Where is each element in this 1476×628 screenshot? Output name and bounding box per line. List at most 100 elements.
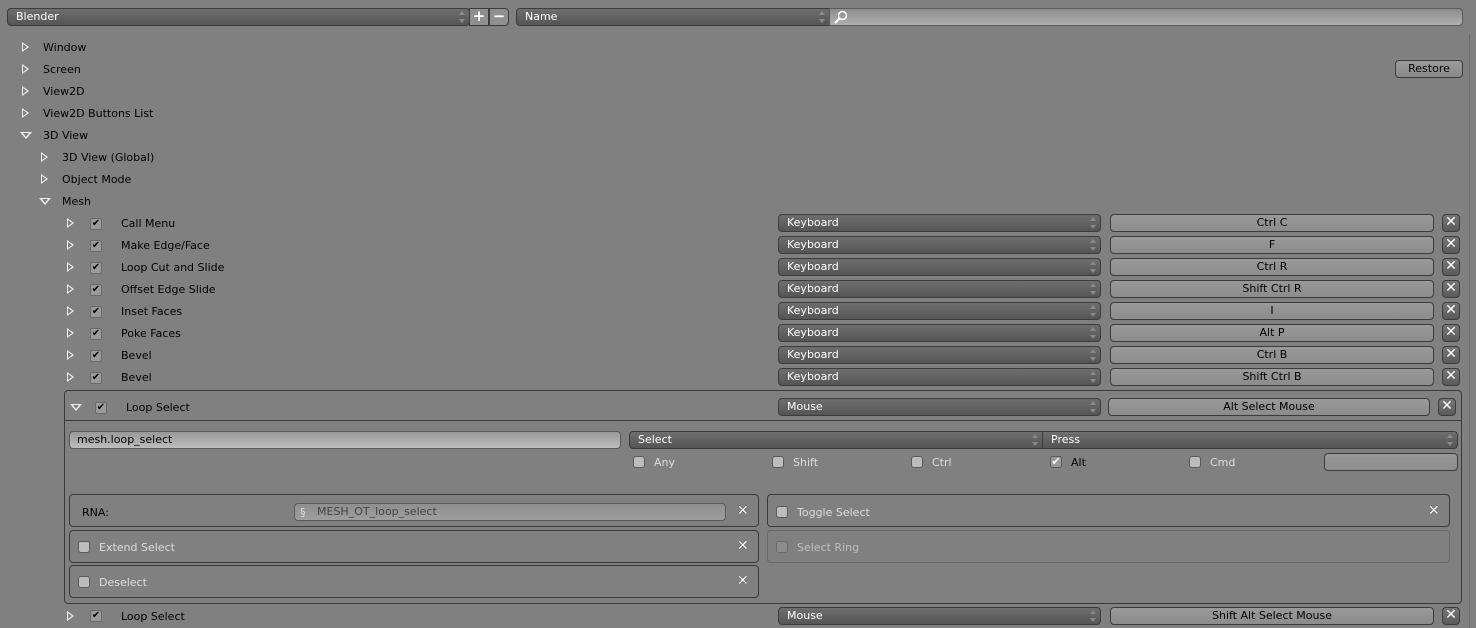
tree-item-view2d[interactable]: View2D (20, 84, 320, 100)
remove-property-icon[interactable]: ✕ (737, 573, 749, 589)
keymap-preset-dropdown[interactable]: Blender (7, 8, 470, 26)
map-type-dropdown[interactable]: Mouse (778, 607, 1101, 625)
remove-item-button[interactable]: ✕ (1442, 280, 1460, 298)
expand-arrow-icon[interactable] (67, 240, 74, 250)
remove-item-button[interactable]: ✕ (1442, 324, 1460, 342)
add-preset-button[interactable]: + (469, 8, 489, 26)
expand-arrow-icon[interactable] (41, 152, 48, 162)
remove-item-button[interactable]: ✕ (1442, 258, 1460, 276)
toggle-select-checkbox[interactable] (776, 506, 788, 518)
extend-select-checkbox[interactable] (78, 541, 90, 553)
select-ring-checkbox[interactable] (776, 541, 788, 553)
modifier-alt[interactable]: ✔ Alt (1049, 455, 1169, 471)
expand-arrow-icon[interactable] (22, 86, 29, 96)
key-modifier-button[interactable] (1324, 453, 1458, 471)
key-binding-button[interactable]: I (1110, 302, 1434, 320)
enable-checkbox[interactable]: ✔ (90, 350, 102, 362)
map-type-dropdown[interactable]: Mouse (778, 398, 1101, 416)
remove-item-button[interactable]: ✕ (1442, 346, 1460, 364)
enable-checkbox[interactable]: ✔ (90, 262, 102, 274)
modifier-cmd[interactable]: Cmd (1188, 455, 1308, 471)
enable-checkbox[interactable]: ✔ (90, 306, 102, 318)
map-type-dropdown[interactable]: Keyboard (778, 236, 1101, 254)
key-binding-button[interactable]: Shift Ctrl R (1110, 280, 1434, 298)
tree-item-view2d-buttons-list[interactable]: View2D Buttons List (20, 106, 320, 122)
map-type-dropdown[interactable]: Keyboard (778, 324, 1101, 342)
key-binding-button[interactable]: Ctrl C (1110, 214, 1434, 232)
map-type-dropdown[interactable]: Keyboard (778, 368, 1101, 386)
map-type-dropdown[interactable]: Keyboard (778, 280, 1101, 298)
remove-item-button[interactable]: ✕ (1442, 302, 1460, 320)
enable-checkbox[interactable]: ✔ (90, 328, 102, 340)
enable-checkbox[interactable]: ✔ (90, 240, 102, 252)
key-binding-button[interactable]: F (1110, 236, 1434, 254)
key-binding-label: Shift Alt Select Mouse (1211, 609, 1332, 622)
enable-checkbox[interactable]: ✔ (90, 372, 102, 384)
modifier-checkbox[interactable] (633, 456, 645, 468)
tree-item-3d-view-global[interactable]: 3D View (Global) (39, 150, 339, 166)
key-binding-button[interactable]: Ctrl R (1110, 258, 1434, 276)
remove-item-button[interactable]: ✕ (1442, 607, 1460, 625)
modifier-shift[interactable]: Shift (771, 455, 891, 471)
map-type-dropdown[interactable]: Keyboard (778, 302, 1101, 320)
tree-item-3d-view[interactable]: 3D View (20, 128, 320, 144)
modifier-any[interactable]: Any (632, 455, 752, 471)
restore-button[interactable]: Restore (1395, 60, 1463, 78)
key-binding-button[interactable]: Alt P (1110, 324, 1434, 342)
map-type-dropdown[interactable]: Keyboard (778, 346, 1101, 364)
key-binding-button[interactable]: Ctrl B (1110, 346, 1434, 364)
remove-property-icon[interactable]: ✕ (1428, 503, 1440, 519)
operator-idname-input[interactable]: mesh.loop_select (69, 431, 621, 449)
enable-checkbox[interactable]: ✔ (90, 610, 102, 622)
tree-item-screen[interactable]: Screen (20, 62, 320, 78)
map-type-dropdown[interactable]: Keyboard (778, 258, 1101, 276)
remove-item-button[interactable]: ✕ (1442, 214, 1460, 232)
key-binding-button[interactable]: Shift Alt Select Mouse (1110, 607, 1434, 625)
expand-arrow-icon[interactable] (67, 372, 74, 382)
deselect-checkbox[interactable] (78, 576, 90, 588)
remove-item-button[interactable]: ✕ (1438, 398, 1456, 416)
filter-type-dropdown[interactable]: Name (516, 8, 830, 26)
remove-property-icon[interactable]: ✕ (737, 503, 749, 519)
tree-item-mesh[interactable]: Mesh (39, 194, 339, 210)
modifier-checkbox[interactable] (1189, 456, 1201, 468)
updown-arrows-icon (819, 11, 825, 23)
remove-item-button[interactable]: ✕ (1442, 236, 1460, 254)
key-binding-button[interactable]: Shift Ctrl B (1110, 368, 1434, 386)
keymap-item-name: Offset Edge Slide (121, 283, 216, 296)
remove-preset-button[interactable]: − (489, 8, 509, 26)
map-type-value: Mouse (787, 609, 823, 622)
expand-arrow-icon[interactable] (67, 611, 74, 621)
keymap-item-row: ✔ Loop Select Mouse Shift Alt Select Mou… (0, 607, 1476, 627)
enable-checkbox[interactable]: ✔ (95, 402, 107, 414)
modifier-ctrl[interactable]: Ctrl (910, 455, 1030, 471)
collapse-arrow-icon[interactable] (20, 132, 32, 139)
enable-checkbox[interactable]: ✔ (90, 284, 102, 296)
modifier-checkbox[interactable] (772, 456, 784, 468)
expand-arrow-icon[interactable] (22, 42, 29, 52)
expand-arrow-icon[interactable] (22, 108, 29, 118)
tree-item-object-mode[interactable]: Object Mode (39, 172, 339, 188)
event-value-dropdown[interactable]: Press (1042, 431, 1458, 449)
tree-item-window[interactable]: Window (20, 40, 320, 56)
modifier-checkbox-checked[interactable]: ✔ (1050, 456, 1062, 468)
remove-item-button[interactable]: ✕ (1442, 368, 1460, 386)
key-binding-button[interactable]: Alt Select Mouse (1108, 398, 1430, 416)
collapse-arrow-icon[interactable] (39, 198, 51, 205)
expand-arrow-icon[interactable] (67, 328, 74, 338)
collapse-arrow-icon[interactable] (70, 404, 82, 411)
scrollbar[interactable] (1469, 34, 1470, 628)
expand-arrow-icon[interactable] (67, 306, 74, 316)
search-input[interactable] (829, 8, 1463, 26)
expand-arrow-icon[interactable] (67, 350, 74, 360)
expand-arrow-icon[interactable] (67, 284, 74, 294)
expand-arrow-icon[interactable] (67, 262, 74, 272)
modifier-checkbox[interactable] (911, 456, 923, 468)
expand-arrow-icon[interactable] (41, 174, 48, 184)
event-type-dropdown[interactable]: Select (629, 431, 1043, 449)
expand-arrow-icon[interactable] (22, 64, 29, 74)
map-type-dropdown[interactable]: Keyboard (778, 214, 1101, 232)
expand-arrow-icon[interactable] (67, 218, 74, 228)
remove-property-icon[interactable]: ✕ (737, 538, 749, 554)
enable-checkbox[interactable]: ✔ (90, 218, 102, 230)
